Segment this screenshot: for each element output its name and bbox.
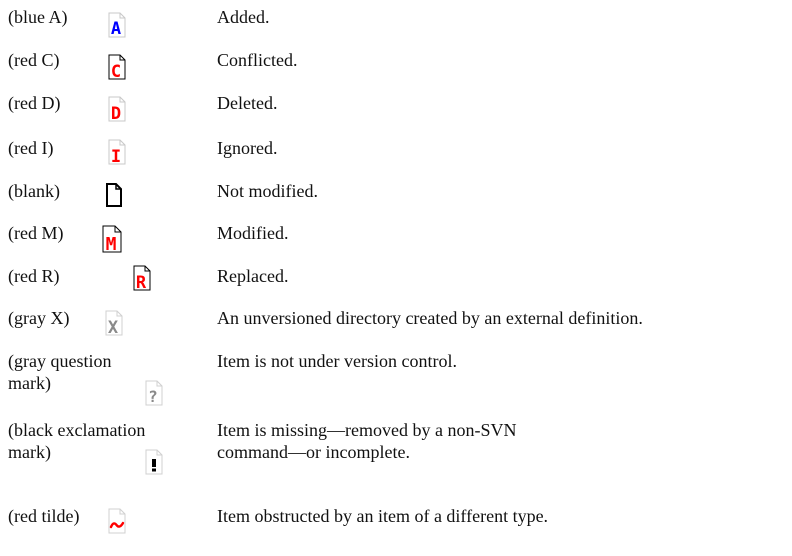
legend-description: Modified. (217, 223, 289, 243)
legend-description: Conflicted. (217, 50, 298, 70)
legend-description: Replaced. (217, 266, 289, 286)
file-obstructed-icon (107, 508, 127, 534)
legend-description: An unversioned directory created by an e… (217, 308, 643, 328)
legend-description: Ignored. (217, 138, 278, 158)
legend-label: (red I) (8, 138, 54, 158)
legend-label: (red tilde) (8, 506, 80, 526)
file-missing-icon (144, 449, 164, 475)
legend-label: (red D) (8, 93, 61, 113)
legend-label: (red R) (8, 266, 60, 286)
file-added-icon: A (107, 12, 127, 38)
legend-description: Item obstructed by an item of a differen… (217, 506, 549, 526)
legend-label: (gray question mark) (8, 351, 112, 393)
svg-text:X: X (108, 318, 119, 336)
legend-description: Item is not under version control. (217, 351, 457, 371)
svg-text:A: A (111, 19, 121, 38)
legend-label: (red M) (8, 223, 64, 243)
file-unversioned-icon: ? (144, 380, 164, 406)
file-conflicted-icon: C (107, 54, 127, 80)
legend-description: Item is missing—removed by a non-SVN com… (217, 420, 517, 462)
file-replaced-icon: R (132, 265, 152, 291)
svg-text:C: C (111, 62, 121, 80)
legend-label: (red C) (8, 50, 60, 70)
legend-label: (blank) (8, 181, 60, 201)
file-unmodified-icon (104, 182, 124, 208)
file-modified-icon: M (100, 225, 122, 253)
svg-text:D: D (111, 104, 121, 122)
file-ignored-icon: I (107, 139, 127, 165)
file-external-icon: X (104, 310, 124, 336)
legend-description: Deleted. (217, 93, 278, 113)
svg-text:M: M (106, 234, 117, 253)
svg-text:?: ? (148, 387, 158, 406)
legend-description: Added. (217, 7, 270, 27)
svg-text:I: I (111, 147, 121, 165)
legend-description: Not modified. (217, 181, 318, 201)
svg-text:R: R (136, 273, 147, 291)
file-deleted-icon: D (107, 96, 127, 122)
legend-label: (blue A) (8, 7, 68, 27)
legend-label: (gray X) (8, 308, 70, 328)
